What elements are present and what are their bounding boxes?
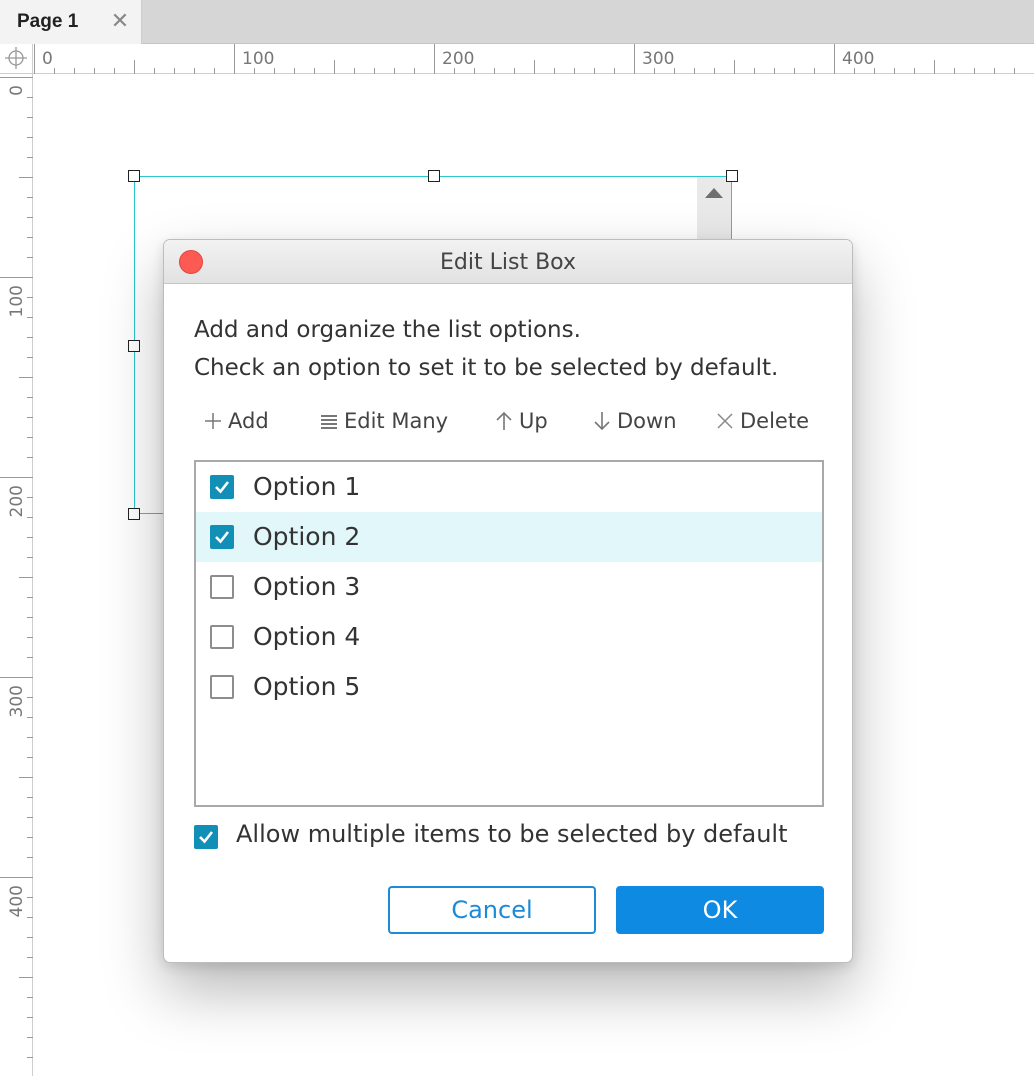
ruler-corner[interactable] [0, 44, 33, 74]
ruler-label: 0 [7, 85, 27, 96]
ruler-label: 100 [7, 285, 27, 317]
tab-bar: Page 1 ✕ [0, 0, 1034, 44]
delete-label: Delete [740, 409, 809, 433]
arrow-down-icon [594, 412, 610, 431]
arrow-up-icon [496, 411, 512, 430]
option-label: Option 4 [253, 622, 361, 651]
add-label: Add [228, 409, 269, 433]
option-2-checkbox[interactable] [210, 525, 234, 549]
list-item[interactable]: Option 3 [196, 562, 822, 612]
option-3-checkbox[interactable] [210, 575, 234, 599]
option-label: Option 1 [253, 472, 361, 501]
edit-many-button[interactable]: Edit Many [318, 406, 448, 436]
horizontal-ruler-ticks: 0 100 200 300 400 [34, 44, 1015, 74]
list-lines-icon [321, 415, 337, 429]
instruction-line-1: Add and organize the list options. [194, 317, 581, 343]
up-label: Up [519, 409, 548, 433]
plus-icon [205, 413, 221, 429]
edit-many-label: Edit Many [344, 409, 449, 433]
option-1-checkbox[interactable] [210, 475, 234, 499]
close-tab-icon[interactable]: ✕ [108, 10, 132, 34]
resize-handle-left[interactable] [128, 340, 140, 352]
edit-list-box-dialog: Edit List Box Add and organize the list … [163, 239, 853, 963]
ok-button[interactable]: OK [616, 886, 824, 934]
delete-button[interactable]: Delete [714, 406, 809, 436]
ruler-label: 0 [42, 49, 53, 69]
list-item[interactable]: Option 4 [196, 612, 822, 662]
allow-multiple-checkbox[interactable] [194, 825, 218, 849]
dialog-title: Edit List Box [440, 250, 576, 275]
x-icon [717, 413, 733, 429]
checkmark-icon [199, 831, 214, 844]
scroll-up-arrow-icon [705, 188, 723, 198]
option-label: Option 2 [253, 522, 361, 551]
resize-handle-top[interactable] [428, 170, 440, 182]
checkmark-icon [215, 531, 230, 544]
instruction-line-2: Check an option to set it to be selected… [194, 355, 779, 381]
allow-multiple-label[interactable]: Allow multiple items to be selected by d… [236, 820, 787, 848]
ruler-label: 300 [7, 685, 27, 717]
option-5-checkbox[interactable] [210, 675, 234, 699]
dialog-titlebar[interactable]: Edit List Box [164, 240, 852, 284]
option-4-checkbox[interactable] [210, 625, 234, 649]
resize-handle-top-left[interactable] [128, 170, 140, 182]
resize-handle-top-right[interactable] [726, 170, 738, 182]
options-listbox[interactable]: Option 1 Option 2 Option 3 Option 4 Opti… [194, 460, 824, 807]
cancel-button[interactable]: Cancel [388, 886, 596, 934]
up-button[interactable]: Up [493, 406, 548, 436]
down-label: Down [617, 409, 677, 433]
ruler-label: 400 [842, 49, 874, 69]
add-button[interactable]: Add [202, 406, 269, 436]
down-button[interactable]: Down [591, 406, 677, 436]
tab-label: Page 1 [17, 11, 79, 32]
tab-page-1[interactable]: Page 1 ✕ [0, 0, 142, 44]
list-item[interactable]: Option 1 [196, 462, 822, 512]
ruler-label: 400 [7, 885, 27, 917]
ruler-label: 200 [442, 49, 474, 69]
horizontal-ruler[interactable]: 0 100 200 300 400 [33, 44, 1034, 74]
option-label: Option 5 [253, 672, 361, 701]
ruler-label: 300 [642, 49, 674, 69]
ruler-label: 100 [242, 49, 274, 69]
resize-handle-bottom-left[interactable] [128, 508, 140, 520]
ruler-label: 200 [7, 485, 27, 517]
list-item[interactable]: Option 5 [196, 662, 822, 712]
option-label: Option 3 [253, 572, 361, 601]
checkmark-icon [215, 481, 230, 494]
vertical-ruler[interactable]: 0 100 200 300 400 [0, 74, 33, 1076]
list-item-selected[interactable]: Option 2 [196, 512, 822, 562]
crosshair-icon [5, 47, 27, 69]
widget-scrollbar [697, 177, 731, 243]
vertical-ruler-ticks: 0 100 200 300 400 [0, 77, 33, 1058]
